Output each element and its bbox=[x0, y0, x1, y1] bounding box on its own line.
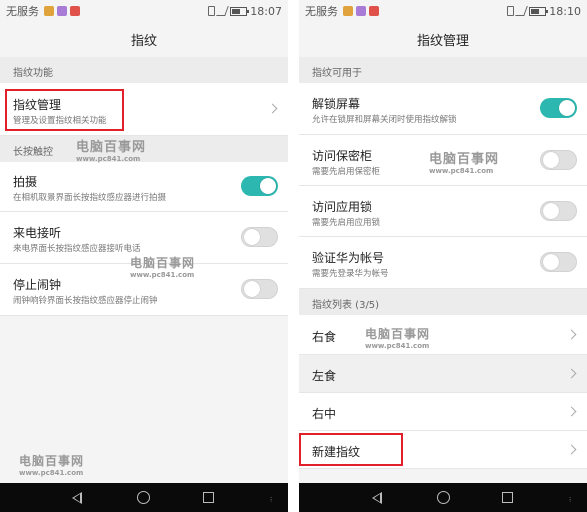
app-lock-toggle-item[interactable]: 访问应用锁 需要先启用应用锁 bbox=[299, 186, 587, 237]
item-title: 右食 bbox=[312, 330, 337, 344]
fingerprint-item[interactable]: 右食 bbox=[299, 315, 587, 355]
clock: 18:10 bbox=[549, 4, 581, 18]
item-subtitle: 需要先启用保密柜 bbox=[312, 167, 381, 177]
home-icon[interactable] bbox=[137, 491, 150, 504]
signal-icon bbox=[515, 6, 529, 16]
notification-icon bbox=[343, 6, 353, 16]
watermark-url: www.pc841.com bbox=[76, 155, 141, 163]
fingerprint-manage-screen: 无服务 18:10 指纹管理 指纹可用于 解锁屏幕 允许在锁屏和屏幕关闭时使用指… bbox=[299, 0, 587, 512]
switch-knob bbox=[559, 100, 575, 116]
carrier-text: 无服务 bbox=[6, 5, 39, 18]
watermark-text: 电脑百事网 bbox=[19, 454, 85, 468]
notification-icon bbox=[70, 6, 80, 16]
watermark-text: 电脑百事网 bbox=[429, 152, 500, 167]
switch-knob bbox=[543, 254, 559, 270]
highlight-box bbox=[299, 433, 403, 466]
carrier-text: 无服务 bbox=[305, 5, 338, 18]
vibrate-icon bbox=[208, 6, 216, 16]
chevron-right-icon bbox=[566, 329, 577, 340]
chevron-right-icon bbox=[566, 406, 577, 417]
item-title: 访问应用锁 bbox=[312, 200, 373, 214]
navigation-bar: ⁝ bbox=[0, 483, 288, 512]
item-subtitle: 来电界面长按指纹感应器接听电话 bbox=[13, 244, 141, 254]
fingerprint-item[interactable]: 左食 bbox=[299, 355, 587, 393]
section-header-fingerprint-list: 指纹列表 (3/5) bbox=[299, 289, 587, 315]
page-title: 指纹 bbox=[0, 22, 288, 57]
recent-apps-icon[interactable] bbox=[203, 492, 214, 503]
item-title: 停止闹钟 bbox=[13, 278, 62, 292]
item-subtitle: 需要先启用应用锁 bbox=[312, 218, 381, 228]
section-header-usable-for: 指纹可用于 bbox=[299, 57, 587, 83]
navigation-bar: ⁝ bbox=[299, 483, 587, 512]
clock: 18:07 bbox=[250, 4, 282, 18]
status-bar: 无服务 18:07 bbox=[0, 0, 288, 22]
notification-icon bbox=[57, 6, 67, 16]
item-title: 来电接听 bbox=[13, 226, 62, 240]
item-title: 左食 bbox=[312, 369, 337, 383]
app-lock-switch[interactable] bbox=[540, 201, 577, 221]
switch-knob bbox=[244, 229, 260, 245]
stop-alarm-switch[interactable] bbox=[241, 279, 278, 299]
item-subtitle: 允许在锁屏和屏幕关闭时使用指纹解锁 bbox=[312, 115, 457, 125]
status-bar: 无服务 18:10 bbox=[299, 0, 587, 22]
highlight-box bbox=[5, 89, 124, 131]
chevron-right-icon bbox=[566, 444, 577, 455]
capture-toggle-item[interactable]: 拍摄 在相机取景界面长按指纹感应器进行拍摄 bbox=[0, 162, 288, 212]
watermark-text: 电脑百事网 bbox=[76, 140, 147, 155]
chevron-right-icon bbox=[566, 368, 577, 379]
signal-icon bbox=[216, 6, 230, 16]
item-title: 访问保密柜 bbox=[312, 149, 373, 163]
watermark: 电脑百事网 www.pc841.com bbox=[365, 325, 430, 350]
watermark: 电脑百事网 www.pc841.com bbox=[19, 452, 84, 477]
fingerprint-screen: 无服务 18:07 指纹 指纹功能 指纹管理 管理及设置指纹相关功能 长按触控 … bbox=[0, 0, 288, 512]
item-title: 验证华为帐号 bbox=[312, 251, 385, 265]
huawei-account-switch[interactable] bbox=[540, 252, 577, 272]
back-icon[interactable] bbox=[372, 492, 382, 504]
unlock-screen-toggle-item[interactable]: 解锁屏幕 允许在锁屏和屏幕关闭时使用指纹解锁 bbox=[299, 83, 587, 135]
switch-knob bbox=[260, 178, 276, 194]
safe-access-switch[interactable] bbox=[540, 150, 577, 170]
switch-knob bbox=[543, 152, 559, 168]
watermark-url: www.pc841.com bbox=[130, 271, 195, 279]
vibrate-icon bbox=[507, 6, 515, 16]
switch-knob bbox=[244, 281, 260, 297]
notification-icon bbox=[44, 6, 54, 16]
item-title: 解锁屏幕 bbox=[312, 97, 361, 111]
battery-icon bbox=[529, 6, 549, 16]
item-title: 拍摄 bbox=[13, 175, 38, 189]
page-title: 指纹管理 bbox=[299, 22, 587, 57]
switch-knob bbox=[543, 203, 559, 219]
battery-icon bbox=[230, 6, 250, 16]
huawei-account-toggle-item[interactable]: 验证华为帐号 需要先登录华为帐号 bbox=[299, 237, 587, 289]
recent-apps-icon[interactable] bbox=[502, 492, 513, 503]
watermark-url: www.pc841.com bbox=[429, 167, 494, 175]
watermark-text: 电脑百事网 bbox=[365, 327, 431, 341]
watermark-url: www.pc841.com bbox=[365, 342, 430, 350]
item-subtitle: 在相机取景界面长按指纹感应器进行拍摄 bbox=[13, 193, 167, 203]
chevron-right-icon bbox=[267, 103, 278, 114]
fingerprint-item[interactable]: 右中 bbox=[299, 393, 587, 431]
capture-switch[interactable] bbox=[241, 176, 278, 196]
back-icon[interactable] bbox=[72, 492, 82, 504]
watermark: 电脑百事网 www.pc841.com bbox=[130, 254, 195, 279]
answer-call-switch[interactable] bbox=[241, 227, 278, 247]
section-header-fingerprint-functions: 指纹功能 bbox=[0, 57, 288, 83]
watermark-text: 电脑百事网 bbox=[130, 256, 196, 270]
more-icon[interactable]: ⁝ bbox=[270, 497, 272, 504]
home-icon[interactable] bbox=[437, 491, 450, 504]
item-subtitle: 闹钟响铃界面长按指纹感应器停止闹钟 bbox=[13, 296, 158, 306]
notification-icon bbox=[369, 6, 379, 16]
unlock-screen-switch[interactable] bbox=[540, 98, 577, 118]
more-icon[interactable]: ⁝ bbox=[569, 497, 571, 504]
watermark: 电脑百事网 www.pc841.com bbox=[76, 136, 146, 163]
watermark-url: www.pc841.com bbox=[19, 469, 84, 477]
item-title: 右中 bbox=[312, 407, 337, 421]
watermark: 电脑百事网 www.pc841.com bbox=[429, 148, 499, 175]
notification-icon bbox=[356, 6, 366, 16]
item-subtitle: 需要先登录华为帐号 bbox=[312, 269, 389, 279]
